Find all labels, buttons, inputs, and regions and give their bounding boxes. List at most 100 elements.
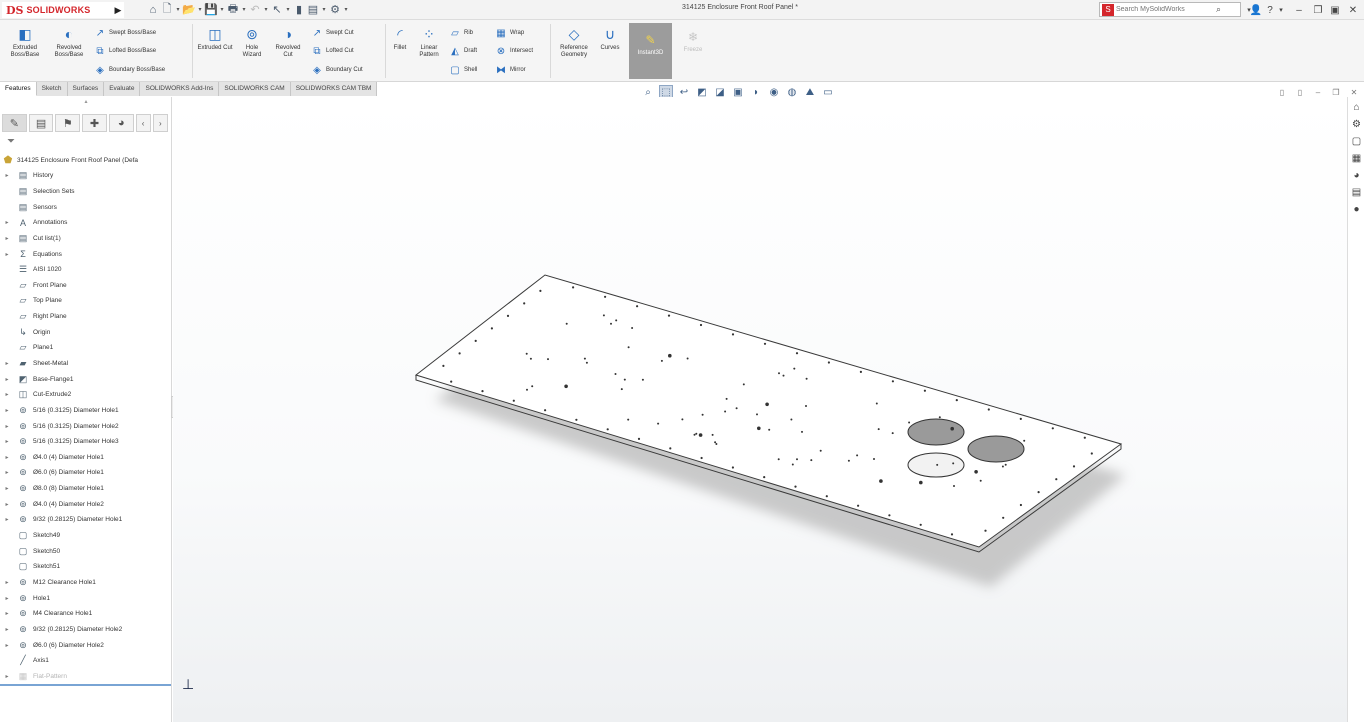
expand-arrow-icon[interactable]: ▸: [2, 219, 12, 226]
tree-item[interactable]: ↳ Origin: [2, 324, 170, 340]
draft-button[interactable]: ◭ Draft: [449, 45, 477, 57]
options-gear-icon[interactable]: ⚙: [328, 3, 342, 17]
instant3d-button[interactable]: ✎ Instant3D: [629, 23, 672, 79]
tree-item[interactable]: ▱ Top Plane: [2, 293, 170, 309]
custom-properties-icon[interactable]: ▤: [1350, 186, 1363, 199]
home-icon[interactable]: ⌂: [146, 3, 160, 17]
expand-arrow-icon[interactable]: ▸: [2, 485, 12, 492]
expand-arrow-icon[interactable]: ▸: [2, 673, 12, 680]
save-dropdown-icon[interactable]: ▾: [218, 3, 226, 17]
expand-arrow-icon[interactable]: ▸: [2, 454, 12, 461]
tree-item[interactable]: ▱ Plane1: [2, 340, 170, 356]
extruded-boss-button[interactable]: ◧ Extruded Boss/Base: [5, 25, 45, 59]
tab-features[interactable]: Features: [0, 82, 37, 96]
tree-item[interactable]: ▤ Selection Sets: [2, 184, 170, 200]
tree-item[interactable]: ▸ ▰ Sheet-Metal: [2, 356, 170, 372]
solidworks-logo[interactable]: DS SOLIDWORKS: [2, 2, 124, 18]
expand-arrow-icon[interactable]: ▸: [2, 579, 12, 586]
reference-geometry-button[interactable]: ◇ Reference Geometry: [555, 25, 593, 59]
rollback-bar[interactable]: [0, 684, 171, 686]
tree-item[interactable]: ▸ ⊚ Hole1: [2, 590, 170, 606]
tree-item[interactable]: ▸ ▤ History: [2, 168, 170, 184]
expand-arrow-icon[interactable]: ▸: [2, 423, 12, 430]
user-account-icon[interactable]: 👤: [1249, 3, 1263, 17]
tree-item[interactable]: ▸ ⊚ Ø6.0 (6) Diameter Hole1: [2, 465, 170, 481]
open-dropdown-icon[interactable]: ▾: [196, 3, 204, 17]
display-manager-tab-icon[interactable]: ◕: [108, 114, 134, 132]
tree-item[interactable]: ▢ Sketch49: [2, 528, 170, 544]
tab-surfaces[interactable]: Surfaces: [67, 82, 105, 96]
view-palette-icon[interactable]: ▦: [1350, 152, 1363, 165]
lofted-cut-button[interactable]: ⧉ Lofted Cut: [311, 45, 353, 57]
expand-arrow-icon[interactable]: ▸: [2, 469, 12, 476]
expand-arrow-icon[interactable]: ▸: [2, 642, 12, 649]
tree-item[interactable]: ▸ ◫ Cut-Extrude2: [2, 387, 170, 403]
expand-arrow-icon[interactable]: ▸: [2, 251, 12, 258]
feature-manager-tab-icon[interactable]: ✎: [2, 114, 27, 132]
tree-item[interactable]: ▸ ◩ Base-Flange1: [2, 371, 170, 387]
swept-boss-button[interactable]: ↗ Swept Boss/Base: [94, 27, 156, 39]
solidworks-forum-icon[interactable]: ●: [1350, 203, 1363, 216]
minimize-icon[interactable]: –: [1292, 3, 1306, 17]
tree-item[interactable]: ☰ AISI 1020: [2, 262, 170, 278]
property-manager-tab-icon[interactable]: ▤: [28, 114, 54, 132]
expand-arrow-icon[interactable]: ▸: [2, 376, 12, 383]
tree-item[interactable]: ▢ Sketch51: [2, 559, 170, 575]
new-dropdown-icon[interactable]: ▾: [174, 3, 182, 17]
intersect-button[interactable]: ⊗ Intersect: [495, 45, 533, 57]
tree-item[interactable]: ▸ ⊚ M12 Clearance Hole1: [2, 575, 170, 591]
mirror-button[interactable]: ⧓ Mirror: [495, 64, 526, 76]
tree-item[interactable]: ▸ ⊚ 5/16 (0.3125) Diameter Hole1: [2, 403, 170, 419]
tree-item[interactable]: ▢ Sketch50: [2, 543, 170, 559]
search-input[interactable]: [1116, 6, 1216, 13]
tree-item[interactable]: ▸ ⊚ Ø6.0 (6) Diameter Hole2: [2, 637, 170, 653]
expand-arrow-icon[interactable]: ▸: [2, 391, 12, 398]
tree-item[interactable]: ▸ ⊚ Ø4.0 (4) Diameter Hole2: [2, 496, 170, 512]
search-icon[interactable]: ⌕: [1216, 4, 1221, 15]
shell-button[interactable]: ▢ Shell: [449, 64, 477, 76]
graphics-area[interactable]: [173, 97, 1347, 722]
panel-grip-icon[interactable]: ▴: [80, 99, 92, 105]
tree-item[interactable]: ▱ Right Plane: [2, 309, 170, 325]
undo-dropdown-icon[interactable]: ▾: [262, 3, 270, 17]
tree-item[interactable]: ▸ ▤ Cut list(1): [2, 231, 170, 247]
file-properties-dropdown-icon[interactable]: ▾: [320, 3, 328, 17]
design-library-icon[interactable]: ⚙: [1350, 118, 1363, 131]
traffic-light-icon[interactable]: ▮: [292, 3, 306, 17]
tree-item[interactable]: ▸ Σ Equations: [2, 246, 170, 262]
revolved-cut-button[interactable]: ◑ Revolved Cut: [270, 25, 306, 59]
select-dropdown-icon[interactable]: ▾: [284, 3, 292, 17]
tree-item[interactable]: ▸ ⊚ 9/32 (0.28125) Diameter Hole2: [2, 622, 170, 638]
tree-item[interactable]: ▸ ⊚ M4 Clearance Hole1: [2, 606, 170, 622]
boundary-boss-button[interactable]: ◈ Boundary Boss/Base: [94, 64, 165, 76]
expand-arrow-icon[interactable]: ▸: [2, 610, 12, 617]
tree-item[interactable]: ▸ ⊚ 9/32 (0.28125) Diameter Hole1: [2, 512, 170, 528]
close-icon[interactable]: ✕: [1346, 3, 1360, 17]
options-dropdown-icon[interactable]: ▾: [342, 3, 350, 17]
filter-icon[interactable]: ⏷: [7, 136, 15, 147]
tree-item[interactable]: ▸ A Annotations: [2, 215, 170, 231]
expand-arrow-icon[interactable]: ▸: [2, 235, 12, 242]
expand-arrow-icon[interactable]: ▸: [2, 516, 12, 523]
tile-windows-icon[interactable]: ▣: [1328, 3, 1342, 17]
expand-arrow-icon[interactable]: ▸: [2, 438, 12, 445]
tab-solidworks-cam-tbm[interactable]: SOLIDWORKS CAM TBM: [290, 82, 378, 96]
configuration-manager-tab-icon[interactable]: ⚑: [55, 114, 81, 132]
extruded-cut-button[interactable]: ◫ Extruded Cut: [197, 25, 233, 52]
expand-arrow-icon[interactable]: ▸: [2, 595, 12, 602]
swept-cut-button[interactable]: ↗ Swept Cut: [311, 27, 354, 39]
save-icon[interactable]: 💾: [204, 3, 218, 17]
rib-button[interactable]: ▱ Rib: [449, 27, 473, 39]
tab-scroll-left-icon[interactable]: ‹: [135, 114, 151, 132]
hole-wizard-button[interactable]: ⊚ Hole Wizard: [236, 25, 268, 59]
solidworks-resources-icon[interactable]: ⌂: [1350, 101, 1363, 114]
expand-arrow-icon[interactable]: ▸: [2, 501, 12, 508]
tree-item[interactable]: ▸ ⊚ Ø4.0 (4) Diameter Hole1: [2, 450, 170, 466]
help-dropdown-icon[interactable]: ▾: [1274, 3, 1288, 17]
dimxpert-manager-tab-icon[interactable]: ✚: [82, 114, 107, 132]
wrap-button[interactable]: ▦ Wrap: [495, 27, 524, 39]
expand-arrow-icon[interactable]: ▸: [2, 172, 12, 179]
tab-evaluate[interactable]: Evaluate: [104, 82, 141, 96]
tab-solidworks-addins[interactable]: SOLIDWORKS Add-Ins: [140, 82, 220, 96]
print-icon[interactable]: 🖶: [226, 3, 240, 17]
